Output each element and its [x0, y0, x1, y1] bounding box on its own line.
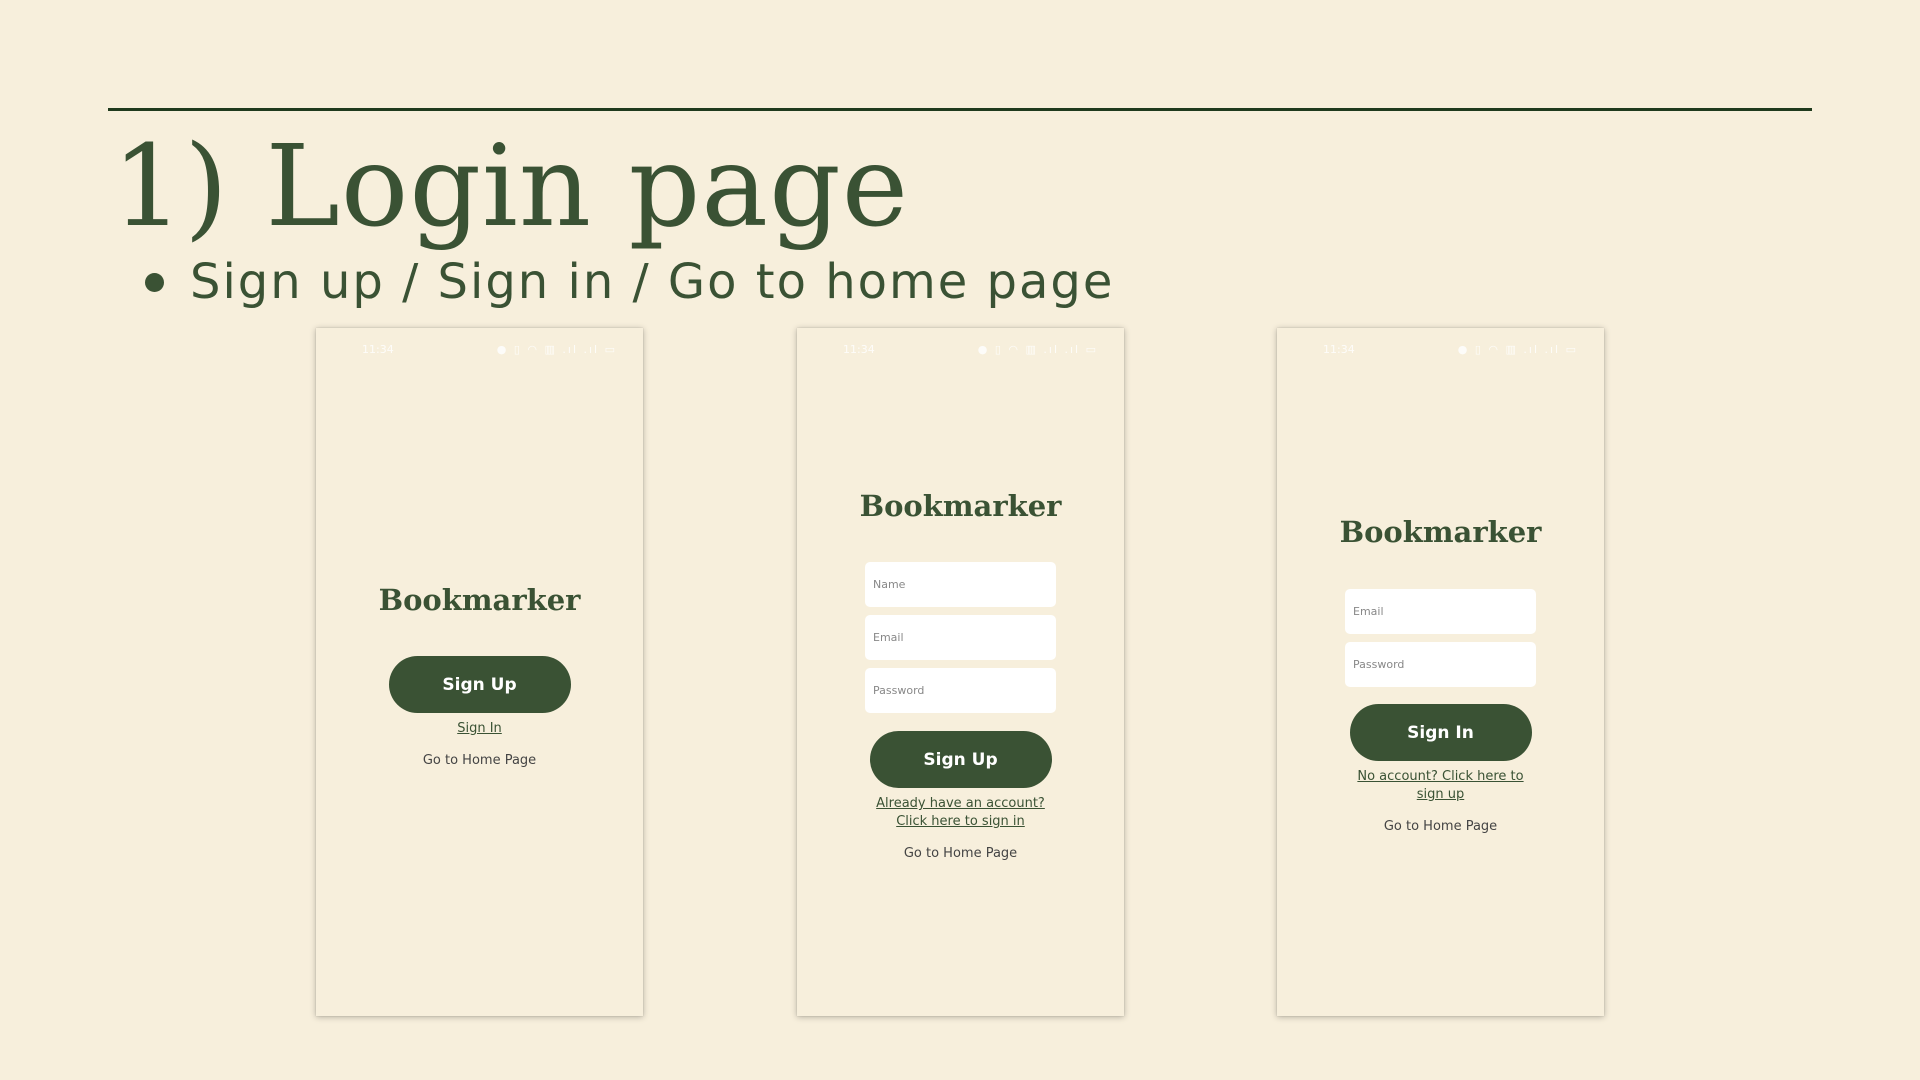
- go-to-home-link[interactable]: Go to Home Page: [316, 752, 643, 770]
- sign-up-button[interactable]: Sign Up: [388, 656, 571, 713]
- status-icons: ● ▯ ◠ ▥ .ıl .ıl ▭: [1457, 342, 1578, 356]
- password-input[interactable]: [865, 668, 1056, 713]
- phone-screen-sign-in: 11:34 ● ▯ ◠ ▥ .ıl .ıl ▭ Bookmarker Sign …: [1277, 328, 1604, 1016]
- name-input[interactable]: [865, 562, 1056, 607]
- status-bar: 11:34 ● ▯ ◠ ▥ .ıl .ıl ▭: [362, 342, 617, 356]
- bullet-text: Sign up / Sign in / Go to home page: [190, 254, 1115, 310]
- slide-title: 1) Login page: [112, 122, 910, 252]
- status-bar: 11:34 ● ▯ ◠ ▥ .ıl .ıl ▭: [843, 342, 1098, 356]
- link-line: Already have an account?: [876, 796, 1045, 811]
- already-have-account-link[interactable]: Already have an account? Click here to s…: [797, 795, 1124, 831]
- bullet-item: Sign up / Sign in / Go to home page: [145, 252, 1114, 312]
- password-field[interactable]: [865, 668, 1056, 713]
- status-time: 11:34: [362, 342, 394, 356]
- password-input[interactable]: [1345, 642, 1536, 687]
- status-time: 11:34: [843, 342, 875, 356]
- app-logo-text: Bookmarker: [378, 583, 581, 617]
- link-line: No account? Click here to: [1357, 769, 1524, 784]
- link-line: sign up: [1416, 787, 1465, 802]
- phone-screen-landing: 11:34 ● ▯ ◠ ▥ .ıl .ıl ▭ Bookmarker Sign …: [316, 328, 643, 1016]
- go-to-home-link[interactable]: Go to Home Page: [797, 845, 1124, 863]
- sign-in-button[interactable]: Sign In: [1349, 704, 1532, 761]
- sign-in-link[interactable]: Sign In: [316, 720, 643, 738]
- status-time: 11:34: [1323, 342, 1355, 356]
- email-field[interactable]: [865, 615, 1056, 660]
- status-icons: ● ▯ ◠ ▥ .ıl .ıl ▭: [496, 342, 617, 356]
- sign-up-button[interactable]: Sign Up: [869, 731, 1052, 788]
- password-field[interactable]: [1345, 642, 1536, 687]
- bullet-dot-icon: [145, 272, 164, 292]
- link-line: Click here to sign in: [896, 814, 1025, 829]
- status-bar: 11:34 ● ▯ ◠ ▥ .ıl .ıl ▭: [1323, 342, 1578, 356]
- app-logo-text: Bookmarker: [859, 489, 1062, 523]
- go-to-home-link[interactable]: Go to Home Page: [1277, 818, 1604, 836]
- name-field[interactable]: [865, 562, 1056, 607]
- no-account-sign-up-link[interactable]: No account? Click here to sign up: [1277, 768, 1604, 804]
- phone-screen-sign-up: 11:34 ● ▯ ◠ ▥ .ıl .ıl ▭ Bookmarker Sign …: [797, 328, 1124, 1016]
- title-divider: [108, 108, 1812, 111]
- email-input[interactable]: [865, 615, 1056, 660]
- app-logo-text: Bookmarker: [1339, 515, 1542, 549]
- email-input[interactable]: [1345, 589, 1536, 634]
- status-icons: ● ▯ ◠ ▥ .ıl .ıl ▭: [977, 342, 1098, 356]
- email-field[interactable]: [1345, 589, 1536, 634]
